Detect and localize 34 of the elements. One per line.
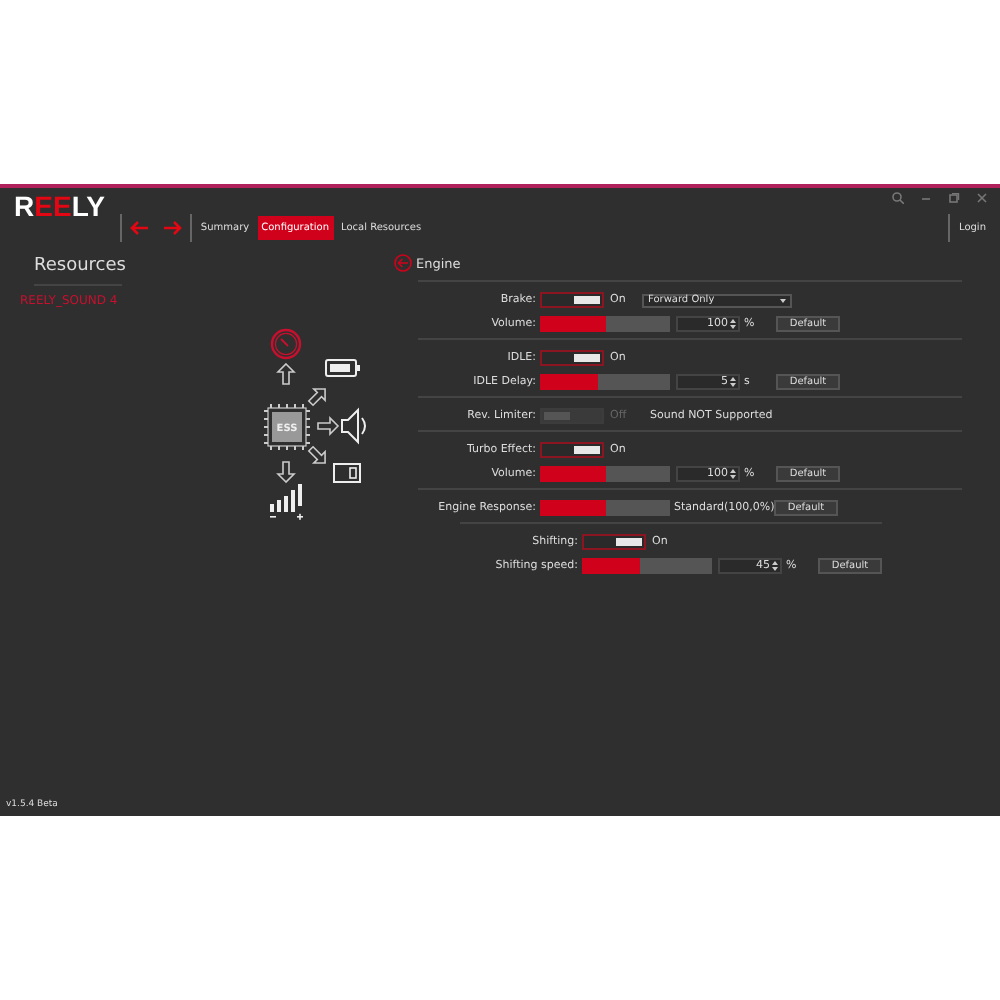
minimize-icon[interactable] xyxy=(920,192,932,204)
chip-icon xyxy=(264,404,310,450)
toggle-switch[interactable] xyxy=(582,534,646,550)
back-arrow-icon[interactable] xyxy=(130,220,151,236)
slider[interactable] xyxy=(540,316,670,332)
battery-icon xyxy=(325,359,360,377)
close-icon[interactable] xyxy=(976,192,988,204)
up-arrow-icon xyxy=(276,362,296,385)
spinner-icon[interactable] xyxy=(772,560,778,572)
diagonal-arrow-icon xyxy=(307,445,326,464)
slider[interactable] xyxy=(540,374,670,390)
right-arrow-icon xyxy=(317,416,340,436)
slider[interactable] xyxy=(540,466,670,482)
slider[interactable] xyxy=(540,500,670,516)
resources-heading: Resources xyxy=(34,256,122,286)
search-icon[interactable] xyxy=(892,192,904,204)
down-arrow-icon xyxy=(276,461,296,484)
toggle-switch[interactable] xyxy=(540,292,604,308)
maximize-icon[interactable] xyxy=(948,192,960,204)
slider[interactable] xyxy=(582,558,712,574)
diagonal-arrow-icon xyxy=(307,388,326,407)
logo: REELY xyxy=(14,192,105,220)
forward-arrow-icon[interactable] xyxy=(162,220,183,236)
back-icon[interactable] xyxy=(394,254,412,272)
spinner-icon[interactable] xyxy=(730,468,736,480)
spinner-icon[interactable] xyxy=(730,318,736,330)
speaker-icon xyxy=(341,407,366,445)
dropdown-caret-icon xyxy=(780,297,786,303)
toggle-switch[interactable] xyxy=(540,442,604,458)
usb-stick-icon xyxy=(333,463,361,483)
level-bars-icon xyxy=(270,484,303,520)
speedometer-icon xyxy=(270,328,302,360)
toggle-switch[interactable] xyxy=(540,350,604,366)
spinner-icon[interactable] xyxy=(730,376,736,388)
